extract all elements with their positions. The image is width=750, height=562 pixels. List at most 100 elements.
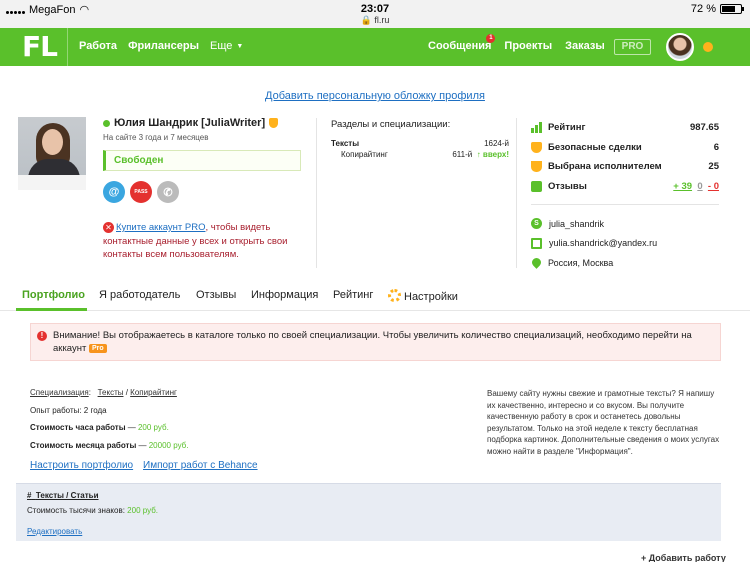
location-value: Россия, Москва (548, 257, 614, 268)
nav-work[interactable]: Работа (79, 40, 117, 52)
nav-freelancers[interactable]: Фрилансеры (128, 40, 199, 52)
url-label: fl.ru (374, 15, 390, 25)
section-price-label: Стоимость тысячи знаков: (27, 506, 125, 515)
stat-chosen: Выбрана исполнителем 25 (531, 157, 719, 177)
profile-photo[interactable] (18, 117, 86, 190)
nav-more[interactable]: Еще ▼ (210, 40, 243, 52)
verified-shield-icon (269, 118, 279, 128)
safe-deal-shield-icon (531, 141, 542, 153)
section-title-text: Тексты / Статьи (35, 491, 99, 500)
stat-safe-deals: Безопасные сделки 6 (531, 138, 719, 158)
section-price-value: 200 руб. (127, 506, 158, 515)
nav-more-label: Еще (210, 40, 233, 52)
add-cover-link[interactable]: Добавить персональную обложку профиля (0, 90, 750, 102)
email-at-icon[interactable]: @ (103, 181, 125, 203)
nav-projects[interactable]: Проекты (504, 40, 552, 52)
reviews-bubble-icon (531, 180, 542, 192)
pass-icon[interactable]: PASS (130, 181, 152, 203)
tab-reviews[interactable]: Отзывы (196, 289, 236, 301)
edit-section-link[interactable]: Редактировать (27, 527, 82, 536)
tab-info[interactable]: Информация (251, 289, 318, 301)
spec-main-rank: 1624-й (484, 139, 509, 148)
battery-label: 72 % (690, 3, 716, 15)
tab-rating[interactable]: Рейтинг (333, 289, 373, 301)
hour-price-value: 200 руб. (137, 423, 169, 432)
nav-right: Сообщения 1 Проекты Заказы (428, 34, 605, 52)
nav-left: Работа Фрилансеры Еще ▼ (79, 40, 243, 52)
specialization-line: Специализация: Тексты / Копирайтинг (30, 388, 177, 397)
availability-status[interactable]: Свободен (103, 150, 301, 171)
on-site-duration: На сайте 3 года и 7 месяцев (103, 133, 209, 142)
user-menu-dot-icon[interactable] (703, 42, 713, 52)
add-work-button[interactable]: + Добавить работу (641, 553, 726, 562)
about-text: Вашему сайту нужны свежие и грамотные те… (487, 389, 720, 456)
stat-rating: Рейтинг 987.65 (531, 118, 719, 138)
import-behance-link[interactable]: Импорт работ с Behance (143, 460, 258, 471)
reviews-positive-link[interactable]: + 39 (673, 181, 692, 192)
spec-value-copywriting[interactable]: Копирайтинг (130, 388, 177, 397)
email-value: yulia.shandrick@yandex.ru (549, 238, 658, 249)
column-divider (316, 118, 317, 268)
specs-title: Разделы и специализации: (331, 119, 451, 130)
section-title[interactable]: # Тексты / Статьи (27, 491, 99, 500)
location-pin-icon (530, 256, 543, 270)
address-bar[interactable]: 🔒 fl.ru (0, 15, 750, 26)
setup-portfolio-link[interactable]: Настроить портфолио (30, 460, 133, 471)
spec-sub-name: Копирайтинг (341, 150, 388, 159)
messages-badge: 1 (486, 34, 496, 43)
stat-safe-label: Безопасные сделки (548, 141, 642, 153)
reviews-negative-link[interactable]: - 0 (708, 181, 719, 192)
stat-safe-value: 6 (713, 141, 719, 153)
contact-email: yulia.shandrick@yandex.ru (531, 234, 657, 254)
stat-chosen-label: Выбрана исполнителем (548, 161, 662, 173)
hour-price-label: Стоимость часа работы (30, 423, 126, 432)
warning-text: Внимание! Вы отображаетесь в каталоге то… (53, 330, 692, 354)
user-avatar[interactable] (666, 33, 694, 61)
top-nav: FL Работа Фрилансеры Еще ▼ Сообщения 1 Пр… (0, 28, 750, 66)
portfolio-section: # Тексты / Статьи Стоимость тысячи знако… (16, 483, 721, 541)
tab-employer[interactable]: Я работодатель (99, 289, 180, 301)
nav-messages[interactable]: Сообщения 1 (428, 34, 496, 52)
reviews-neutral-link[interactable]: 0 (697, 181, 702, 192)
month-price-label: Стоимость месяца работы (30, 441, 137, 450)
section-hash: # (27, 491, 32, 500)
spec-sub-rank: 611-й (452, 150, 473, 159)
pro-button[interactable]: PRO (614, 39, 651, 55)
catalog-warning: ! Внимание! Вы отображаетесь в каталоге … (30, 323, 721, 361)
gear-icon (388, 289, 401, 302)
buy-pro-link[interactable]: Купите аккаунт PRO (116, 222, 205, 233)
contacts-list: S julia_shandrik yulia.shandrick@yandex.… (530, 214, 657, 273)
tab-portfolio[interactable]: Портфолио (22, 289, 85, 301)
clock: 23:07 (360, 3, 390, 15)
profile-name: Юлия Шандрик [JuliaWriter] (114, 117, 266, 129)
trophy-icon (531, 161, 542, 173)
profile-tabs: Портфолио Я работодатель Отзывы Информац… (0, 283, 750, 311)
tab-settings[interactable]: Настройки (388, 289, 458, 303)
skype-value: julia_shandrik (549, 218, 605, 229)
contact-icons: @ PASS ✆ (103, 181, 179, 203)
spec-main-name: Тексты (331, 139, 360, 148)
tab-settings-label: Настройки (404, 291, 458, 303)
phone-icon[interactable]: ✆ (157, 181, 179, 203)
ios-status-bar: MegaFon ◠ 23:07 🔒 fl.ru 72 % (0, 0, 750, 28)
battery-group: 72 % (690, 3, 744, 15)
spec-main-row: Тексты 1624-й (331, 139, 509, 148)
stats-panel: Рейтинг 987.65 Безопасные сделки 6 Выбра… (531, 118, 719, 196)
fl-logo[interactable]: FL (22, 32, 68, 62)
stat-reviews: Отзывы + 39 0 - 0 (531, 177, 719, 197)
stat-reviews-label: Отзывы (548, 180, 587, 192)
active-tab-indicator (16, 308, 87, 311)
month-price-line: Стоимость месяца работы — 20000 руб. (30, 441, 189, 450)
nav-divider (67, 28, 68, 66)
online-status-icon (103, 119, 110, 127)
spec-label: Специализация (30, 388, 89, 397)
rating-bars-icon (531, 122, 542, 134)
pro-tag[interactable]: Pro (88, 344, 107, 353)
spec-sub-row: Копирайтинг 611-й ↑ вверх! (341, 150, 509, 159)
stat-rating-label: Рейтинг (548, 122, 586, 134)
warning-icon: ! (37, 331, 47, 341)
skype-icon: S (531, 218, 542, 230)
nav-orders[interactable]: Заказы (565, 40, 605, 52)
spec-value-texts[interactable]: Тексты (98, 388, 124, 397)
hour-price-line: Стоимость часа работы — 200 руб. (30, 423, 169, 432)
